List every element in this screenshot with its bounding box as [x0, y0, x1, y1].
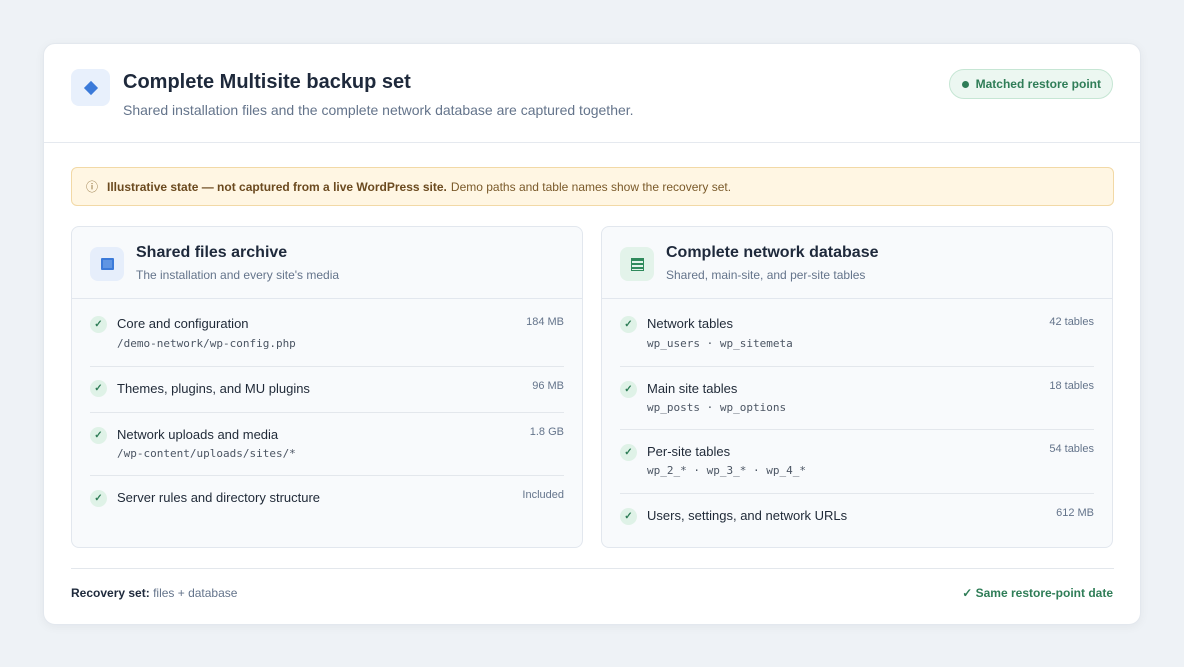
files-panel: Shared files archive The installation an…	[71, 226, 583, 548]
archive-icon	[90, 247, 124, 281]
list-item: ✓ Core and configuration /demo-network/w…	[90, 299, 564, 366]
database-panel-subtitle: Shared, main-site, and per-site tables	[666, 268, 866, 282]
item-label: Core and configuration	[117, 316, 249, 331]
item-size: 18 tables	[1049, 380, 1094, 392]
item-label: Network uploads and media	[117, 427, 279, 442]
item-path: /demo-network/wp-config.php	[117, 337, 296, 350]
restore-point-status: ✓ Same restore-point date	[962, 586, 1113, 600]
notice-strong-text: Illustrative state — not captured from a…	[107, 179, 447, 194]
database-panel-header: Complete network database Shared, main-s…	[602, 227, 1112, 299]
item-size: 54 tables	[1049, 443, 1094, 455]
status-badge-label: Matched restore point	[975, 77, 1101, 91]
check-icon: ✓	[620, 316, 637, 333]
notice-text: Demo paths and table names show the reco…	[450, 179, 732, 194]
check-icon: ✓	[620, 508, 637, 525]
database-icon	[620, 247, 654, 281]
check-icon: ✓	[620, 381, 637, 398]
item-label: Themes, plugins, and MU plugins	[117, 381, 310, 396]
item-tables: wp_posts · wp_options	[647, 401, 787, 414]
list-item: ✓ Per-site tables wp_2_* · wp_3_* · wp_4…	[620, 429, 1094, 493]
list-item: ✓ Users, settings, and network URLs 612 …	[620, 493, 1094, 541]
check-icon: ✓	[90, 490, 107, 507]
database-panel-title: Complete network database	[666, 244, 879, 261]
item-size: 1.8 GB	[529, 426, 564, 438]
list-item: ✓ Themes, plugins, and MU plugins 96 MB	[90, 366, 564, 412]
item-label: Users, settings, and network URLs	[647, 508, 848, 523]
check-icon: ✓	[90, 380, 107, 397]
list-item: ✓ Network tables wp_users · wp_sitemeta …	[620, 299, 1094, 366]
status-dot-icon	[961, 80, 969, 88]
files-panel-title: Shared files archive	[136, 244, 288, 261]
item-label: Main site tables	[647, 381, 738, 396]
recovery-set-summary: Recovery set: files + database	[71, 586, 237, 600]
diamond-icon	[71, 69, 110, 106]
item-label: Network tables	[647, 316, 733, 331]
item-path: /wp-content/uploads/sites/*	[117, 447, 296, 460]
backup-set-card: Complete Multisite backup set Shared ins…	[43, 43, 1141, 625]
list-item: ✓ Network uploads and media /wp-content/…	[90, 412, 564, 475]
item-label: Server rules and directory structure	[117, 490, 321, 505]
card-header: Complete Multisite backup set Shared ins…	[44, 44, 1140, 143]
page-subtitle: Shared installation files and the comple…	[123, 102, 634, 118]
files-panel-header: Shared files archive The installation an…	[72, 227, 582, 299]
footer-divider	[71, 568, 1114, 569]
files-panel-subtitle: The installation and every site's media	[136, 268, 340, 282]
recovery-set-value: files + database	[153, 586, 238, 600]
page-title: Complete Multisite backup set	[123, 71, 411, 93]
item-label: Per-site tables	[647, 444, 731, 459]
info-icon: ⓘ	[86, 180, 99, 194]
item-size: 184 MB	[526, 316, 564, 328]
recovery-set-label: Recovery set:	[71, 586, 150, 600]
check-icon: ✓	[620, 444, 637, 461]
item-size: Included	[522, 489, 564, 501]
database-panel: Complete network database Shared, main-s…	[601, 226, 1113, 548]
item-tables: wp_users · wp_sitemeta	[647, 337, 793, 350]
check-icon: ✓	[90, 427, 107, 444]
check-icon: ✓	[90, 316, 107, 333]
item-size: 612 MB	[1056, 507, 1094, 519]
demo-notice: ⓘ Illustrative state — not captured from…	[71, 167, 1114, 206]
list-item: ✓ Main site tables wp_posts · wp_options…	[620, 366, 1094, 429]
item-size: 42 tables	[1049, 316, 1094, 328]
status-badge: Matched restore point	[948, 69, 1113, 99]
item-size: 96 MB	[532, 380, 564, 392]
list-item: ✓ Server rules and directory structure I…	[90, 475, 564, 525]
item-tables: wp_2_* · wp_3_* · wp_4_*	[647, 464, 806, 477]
